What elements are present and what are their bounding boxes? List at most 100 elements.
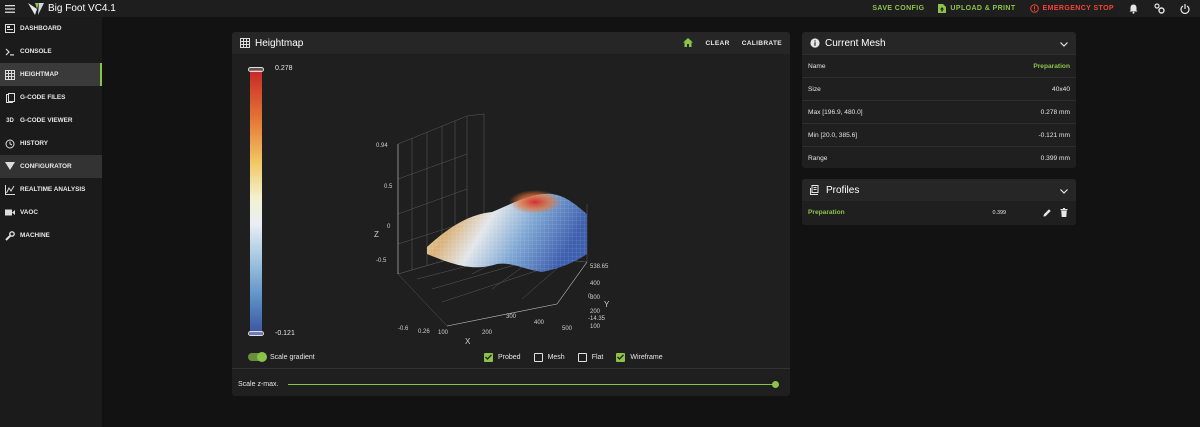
top-app-bar: Big Foot VC4.1 SAVE CONFIG UPLOAD & PRIN…	[0, 0, 1200, 17]
heightmap-title: Heightmap	[255, 37, 304, 49]
bigfoot-logo	[26, 0, 46, 17]
sidebar-item-label: CONSOLE	[20, 48, 52, 55]
app-title: Big Foot VC4.1	[48, 3, 116, 14]
history-icon	[4, 138, 16, 150]
wireframe-checkbox[interactable]: Wireframe	[616, 352, 663, 362]
upload-print-label: UPLOAD & PRINT	[950, 5, 1016, 12]
settings-icon[interactable]	[1152, 2, 1166, 16]
mesh-key: Min [20.0, 385.6]	[808, 131, 858, 139]
heightmap-controls: Scale gradient Probed Mesh Flat Wirefram…	[248, 350, 778, 364]
save-config-button[interactable]: SAVE CONFIG	[872, 5, 924, 12]
gradient-min-handle[interactable]	[248, 331, 264, 336]
profiles-header[interactable]: Profiles	[802, 179, 1076, 201]
emergency-stop-button[interactable]: EMERGENCY STOP	[1029, 4, 1114, 13]
sidebar-item-console[interactable]: CONSOLE	[0, 40, 102, 63]
sidebar-item-gcode-files[interactable]: G-CODE FILES	[0, 86, 102, 109]
chart-icon	[4, 184, 16, 196]
x-axis-label: X	[465, 337, 471, 344]
scale-zmax-row: Scale z-max.	[238, 378, 784, 390]
menu-icon[interactable]	[2, 0, 18, 17]
current-mesh-card: Current Mesh Name Preparation Size 40x40…	[802, 32, 1076, 168]
chevron-down-icon[interactable]	[1060, 181, 1068, 199]
bell-icon[interactable]	[1126, 2, 1140, 16]
mesh-checkbox[interactable]: Mesh	[533, 352, 565, 362]
profiles-icon	[810, 185, 819, 195]
upload-print-button[interactable]: UPLOAD & PRINT	[938, 4, 1015, 13]
sidebar-item-label: DASHBOARD	[20, 25, 62, 32]
sidebar-item-label: CONFIGURATOR	[20, 163, 72, 170]
mesh-value: 0.278 mm	[1040, 108, 1070, 116]
sidebar-item-machine[interactable]: MACHINE	[0, 224, 102, 247]
checkbox-unchecked-icon	[533, 352, 543, 362]
height-color-gradient	[250, 70, 262, 336]
divider	[232, 368, 790, 369]
scale-gradient-toggle[interactable]	[248, 352, 267, 362]
mesh-row-name: Name Preparation	[802, 54, 1076, 77]
power-icon[interactable]	[1178, 2, 1192, 16]
camera-icon	[4, 207, 16, 219]
gradient-max-label: 0.278	[275, 65, 293, 72]
checkbox-checked-icon	[616, 352, 626, 362]
alert-octagon-icon	[1029, 4, 1039, 13]
scale-zmax-label: Scale z-max.	[238, 380, 279, 388]
grid-icon	[240, 38, 250, 48]
home-icon[interactable]	[683, 34, 694, 52]
heightmap-card: Heightmap CLEAR CALIBRATE 0.278 -0.121 0…	[232, 32, 790, 396]
checkbox-checked-icon	[484, 352, 493, 362]
gradient-max-handle[interactable]	[248, 67, 264, 72]
mesh-row-max: Max [196.9, 480.0] 0.278 mm	[802, 100, 1076, 123]
sidebar-item-gcode-viewer[interactable]: 3D G-CODE VIEWER	[0, 109, 102, 132]
sidebar-item-label: HEIGHTMAP	[20, 71, 59, 78]
mesh-key: Size	[808, 85, 821, 93]
chevron-down-icon[interactable]	[1060, 34, 1068, 52]
x-tick: 0.26	[418, 329, 430, 335]
probed-checkbox[interactable]: Probed	[484, 352, 521, 362]
sidebar-item-realtime-analysis[interactable]: REALTIME ANALYSIS	[0, 178, 102, 201]
sidebar: DASHBOARD CONSOLE HEIGHTMAP G-CODE FILES…	[0, 17, 102, 427]
current-mesh-header[interactable]: Current Mesh	[802, 32, 1076, 54]
sidebar-item-heightmap[interactable]: HEIGHTMAP	[0, 63, 102, 86]
sidebar-item-label: VAOC	[20, 209, 38, 216]
profiles-card: Profiles Preparation 0.399	[802, 179, 1076, 225]
mesh-label: Mesh	[547, 353, 565, 361]
y-tick: 300	[590, 295, 601, 301]
profile-row[interactable]: Preparation 0.399	[802, 201, 1076, 224]
mesh-value: Preparation	[1033, 62, 1070, 70]
heightmap-header: Heightmap CLEAR CALIBRATE	[232, 32, 790, 54]
mesh-key: Range	[808, 154, 828, 162]
sidebar-item-label: G-CODE FILES	[20, 94, 66, 101]
clear-button[interactable]: CLEAR	[705, 40, 729, 47]
checkbox-unchecked-icon	[577, 352, 587, 362]
z-axis-label: Z	[374, 230, 379, 239]
mesh-row-min: Min [20.0, 385.6] -0.121 mm	[802, 123, 1076, 146]
x-tick: -0.6	[398, 326, 409, 332]
y-tick: 200	[590, 309, 601, 315]
profile-range: 0.399	[992, 209, 1007, 216]
heightmap-3d-plot[interactable]: 0.94 0.5 0 -0.5 Z -0.6 0.26 100 200 300 …	[372, 104, 672, 344]
flat-label: Flat	[591, 353, 604, 361]
y-tick: 538.65	[590, 264, 609, 270]
mesh-value: 0.399 mm	[1040, 154, 1070, 162]
delete-icon[interactable]	[1058, 207, 1070, 219]
current-mesh-title: Current Mesh	[825, 37, 886, 49]
dashboard-icon	[4, 23, 16, 35]
calibrate-button[interactable]: CALIBRATE	[742, 40, 782, 47]
upload-file-icon	[938, 4, 947, 13]
x-tick: 200	[482, 330, 493, 336]
edit-icon[interactable]	[1041, 207, 1053, 219]
sidebar-item-configurator[interactable]: CONFIGURATOR	[0, 155, 102, 178]
mesh-row-size: Size 40x40	[802, 77, 1076, 100]
z-tick: 0.5	[384, 184, 393, 190]
slider-thumb[interactable]	[772, 380, 779, 388]
scale-zmax-slider[interactable]	[288, 380, 779, 388]
mesh-key: Max [196.9, 480.0]	[808, 108, 863, 116]
sidebar-item-vaoc[interactable]: VAOC	[0, 201, 102, 224]
z-tick: 0	[387, 224, 391, 230]
flat-checkbox[interactable]: Flat	[577, 352, 604, 362]
y-tick: 400	[590, 281, 601, 287]
profile-name[interactable]: Preparation	[808, 209, 845, 216]
y-tick: 100	[590, 324, 601, 330]
sidebar-item-dashboard[interactable]: DASHBOARD	[0, 17, 102, 40]
sidebar-item-history[interactable]: HISTORY	[0, 132, 102, 155]
3d-icon: 3D	[6, 117, 14, 124]
